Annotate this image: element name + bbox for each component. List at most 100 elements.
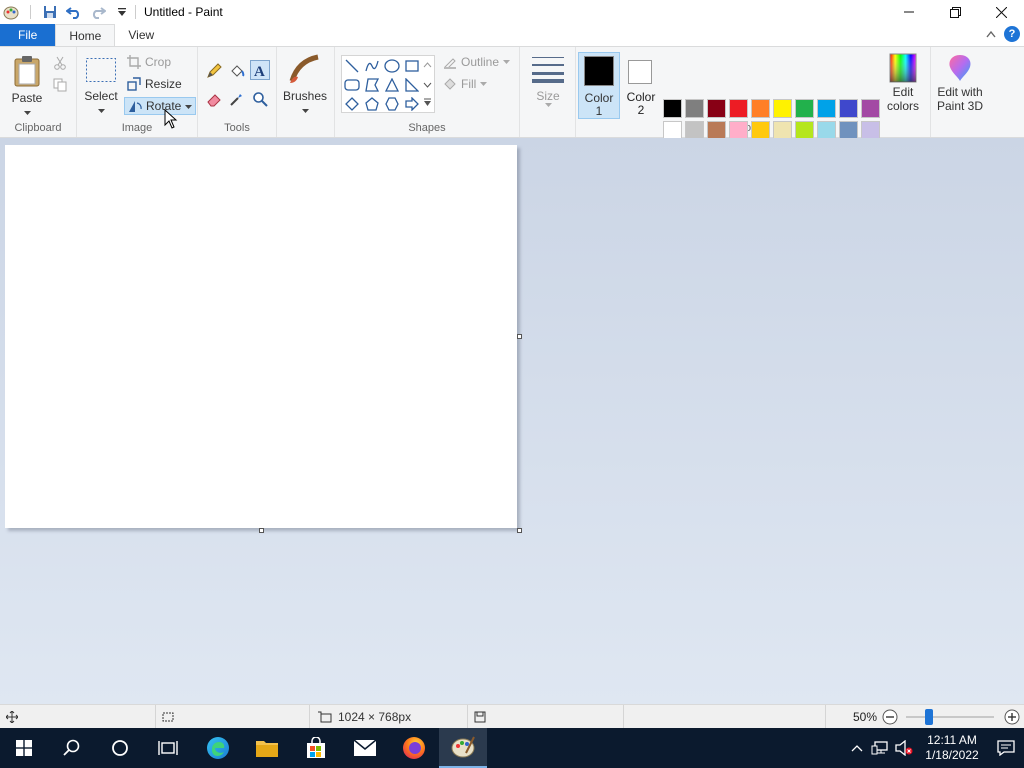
paint-taskbar-button[interactable]	[439, 728, 487, 768]
scroll-up-icon[interactable]	[423, 58, 432, 72]
color-picker-icon[interactable]	[227, 89, 247, 109]
rectangle-shape-icon[interactable]	[403, 57, 421, 75]
file-size-icon	[474, 711, 486, 723]
undo-icon[interactable]	[65, 3, 83, 21]
color1-swatch	[584, 56, 614, 86]
cortana-icon	[112, 740, 128, 756]
shapes-group-label: Shapes	[408, 122, 446, 134]
text-tool-icon[interactable]: A	[250, 60, 270, 80]
palette-swatch[interactable]	[685, 99, 704, 118]
right-arrow-shape-icon[interactable]	[403, 95, 421, 113]
quick-access-toolbar	[0, 0, 131, 24]
color2-button[interactable]: Color 2	[622, 52, 662, 119]
network-icon	[871, 741, 888, 755]
drawing-canvas[interactable]	[5, 145, 517, 528]
edit-colors-button[interactable]: Edit colors	[880, 53, 926, 113]
scroll-down-icon[interactable]	[423, 78, 432, 92]
redo-icon[interactable]	[89, 3, 107, 21]
polygon-shape-icon[interactable]	[363, 76, 381, 94]
palette-swatch[interactable]	[729, 99, 748, 118]
tools-group-label: Tools	[224, 122, 250, 134]
palette-swatch[interactable]	[861, 99, 880, 118]
outline-button[interactable]: Outline	[443, 55, 511, 69]
triangle-shape-icon[interactable]	[383, 76, 401, 94]
resize-button[interactable]: Resize	[127, 77, 182, 91]
save-icon[interactable]	[41, 3, 59, 21]
rotate-icon	[129, 101, 142, 112]
palette-swatch[interactable]	[707, 99, 726, 118]
notifications-button[interactable]	[988, 740, 1024, 756]
store-taskbar-button[interactable]	[292, 728, 340, 768]
window-title: Untitled - Paint	[144, 5, 223, 19]
start-button[interactable]	[0, 728, 48, 768]
help-icon[interactable]: ?	[1004, 26, 1020, 42]
show-hidden-icons-button[interactable]	[846, 744, 868, 752]
magnifier-icon[interactable]	[250, 89, 270, 109]
palette-swatch[interactable]	[795, 99, 814, 118]
mail-taskbar-button[interactable]	[341, 728, 389, 768]
restore-button[interactable]	[932, 0, 978, 24]
fill-button[interactable]: Fill	[443, 77, 488, 91]
oval-shape-icon[interactable]	[383, 57, 401, 75]
cut-icon[interactable]	[50, 53, 70, 73]
palette-swatch[interactable]	[839, 99, 858, 118]
volume-button[interactable]	[892, 740, 916, 756]
right-triangle-shape-icon[interactable]	[403, 76, 421, 94]
curve-shape-icon[interactable]	[363, 57, 381, 75]
edit-with-paint3d-button[interactable]: Edit with Paint 3D	[934, 53, 986, 113]
zoom-slider-thumb[interactable]	[925, 709, 933, 725]
copy-icon[interactable]	[50, 75, 70, 95]
hexagon-shape-icon[interactable]	[383, 95, 401, 113]
palette-swatch[interactable]	[773, 99, 792, 118]
canvas-workspace[interactable]	[0, 109, 1024, 704]
close-button[interactable]	[978, 0, 1024, 24]
customize-quick-access-icon[interactable]	[113, 3, 131, 21]
clock[interactable]: 12:11 AM 1/18/2022	[916, 733, 988, 763]
palette-swatch[interactable]	[817, 99, 836, 118]
cortana-button[interactable]	[96, 728, 144, 768]
pentagon-shape-icon[interactable]	[363, 95, 381, 113]
zoom-in-button[interactable]	[1004, 709, 1020, 728]
ribbon: Paste Clipboard Select Crop Resize Rotat…	[0, 46, 1024, 162]
canvas-resize-handle-right[interactable]	[517, 334, 522, 339]
notifications-icon	[997, 740, 1015, 756]
expand-gallery-icon[interactable]	[423, 96, 432, 110]
zoom-out-button[interactable]	[882, 709, 898, 728]
crop-button[interactable]: Crop	[127, 55, 171, 69]
network-button[interactable]	[868, 740, 892, 756]
tab-home[interactable]: Home	[55, 24, 116, 46]
palette-swatch[interactable]	[663, 99, 682, 118]
canvas-resize-handle-corner[interactable]	[517, 528, 522, 533]
collapse-ribbon-icon[interactable]	[986, 27, 996, 41]
select-button[interactable]: Select	[83, 57, 119, 117]
brushes-button[interactable]: Brushes	[283, 53, 327, 117]
pencil-icon[interactable]	[204, 61, 224, 81]
paint-app-icon[interactable]	[2, 3, 20, 21]
zoom-slider-track[interactable]	[906, 716, 994, 718]
paste-button[interactable]: Paste	[8, 55, 46, 119]
palette-swatch[interactable]	[751, 99, 770, 118]
rotate-button[interactable]: Rotate	[124, 97, 197, 115]
search-button[interactable]	[48, 728, 96, 768]
taskbar: 12:11 AM 1/18/2022	[0, 728, 1024, 768]
firefox-taskbar-button[interactable]	[390, 728, 438, 768]
minimize-button[interactable]	[886, 0, 932, 24]
file-explorer-taskbar-button[interactable]	[243, 728, 291, 768]
line-shape-icon[interactable]	[343, 57, 361, 75]
color1-button[interactable]: Color 1	[578, 52, 620, 119]
shapes-gallery	[341, 55, 435, 113]
edge-taskbar-button[interactable]	[194, 728, 242, 768]
diamond-shape-icon[interactable]	[343, 95, 361, 113]
canvas-resize-handle-bottom[interactable]	[259, 528, 264, 533]
size-button[interactable]: Size	[528, 55, 568, 108]
fill-bucket-icon[interactable]	[227, 61, 247, 81]
zoom-in-icon	[1004, 709, 1020, 725]
tools-group: A Tools	[198, 47, 277, 137]
eraser-icon[interactable]	[204, 89, 224, 109]
folder-icon	[256, 741, 278, 757]
tab-view[interactable]: View	[115, 24, 167, 46]
chevron-down-icon	[301, 103, 309, 117]
task-view-button[interactable]	[144, 728, 192, 768]
rounded-rectangle-shape-icon[interactable]	[343, 76, 361, 94]
tab-file[interactable]: File	[0, 24, 56, 46]
